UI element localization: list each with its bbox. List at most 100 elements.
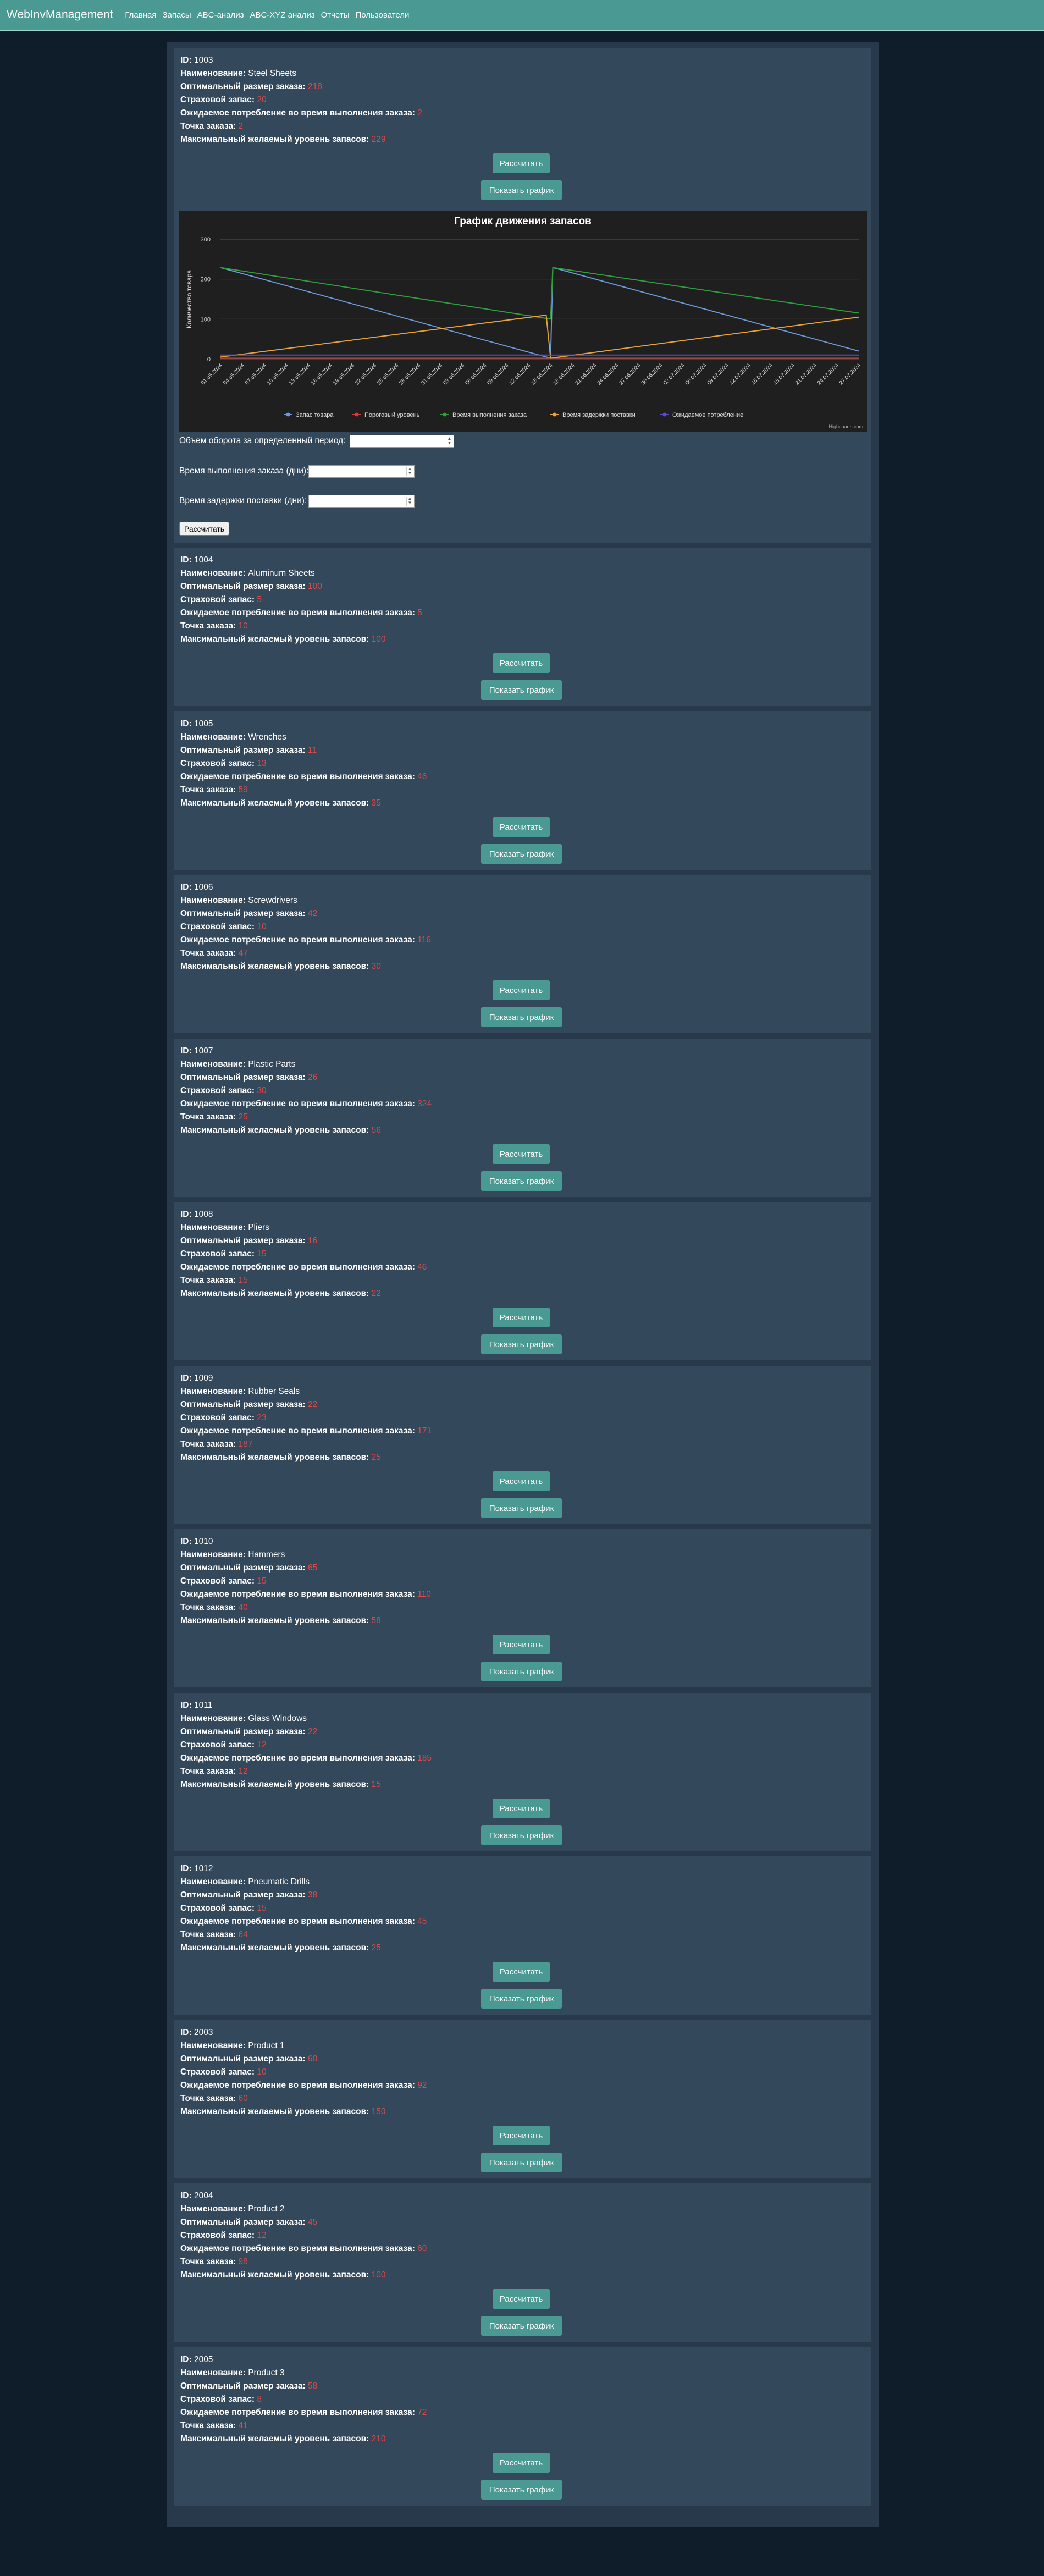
calculate-button[interactable]: Рассчитать xyxy=(493,1799,550,1818)
calculate-button[interactable]: Рассчитать xyxy=(493,980,550,1000)
x-tick-label: 06.07.2024 xyxy=(684,362,708,386)
item-id-row: ID: 1006 xyxy=(180,882,213,892)
item-name-row: Наименование: Product 1 xyxy=(180,2041,285,2050)
turnover-input[interactable]: ▲ ▼ xyxy=(350,435,454,448)
show-chart-button[interactable]: Показать график xyxy=(481,2153,562,2172)
lead-time-input[interactable]: ▲ ▼ xyxy=(308,465,415,478)
calculate-button[interactable]: Рассчитать xyxy=(493,1635,550,1654)
x-tick-label: 25.05.2024 xyxy=(376,362,400,386)
show-chart-button[interactable]: Показать график xyxy=(481,1825,562,1845)
expected-consumption-row: Ожидаемое потребление во время выполнени… xyxy=(180,2244,427,2253)
nav-link-abc-xyz[interactable]: ABC-XYZ анализ xyxy=(250,10,314,20)
legend-item: Пороговый уровень xyxy=(364,412,420,418)
form-submit-button[interactable]: Рассчитать xyxy=(179,522,229,536)
show-chart-button[interactable]: Показать график xyxy=(481,2480,562,2500)
nav-link-inventory[interactable]: Запасы xyxy=(162,10,191,20)
item-id-row: ID: 1012 xyxy=(180,1864,213,1873)
legend-item: Время задержки поставки xyxy=(562,412,636,418)
show-chart-button[interactable]: Показать график xyxy=(481,1989,562,2009)
reorder-point-row: Точка заказа: 187 xyxy=(180,1439,253,1449)
expected-consumption-row: Ожидаемое потребление во время выполнени… xyxy=(180,1262,427,1272)
calculate-button[interactable]: Рассчитать xyxy=(493,2126,550,2145)
calculate-button[interactable]: Рассчитать xyxy=(493,153,550,173)
show-chart-button[interactable]: Показать график xyxy=(481,1662,562,1681)
show-chart-button[interactable]: Показать график xyxy=(481,180,562,200)
show-chart-button[interactable]: Показать график xyxy=(481,680,562,700)
reorder-point-row: Точка заказа: 59 xyxy=(180,785,248,795)
show-chart-button[interactable]: Показать график xyxy=(481,1334,562,1354)
calculate-button[interactable]: Рассчитать xyxy=(493,1308,550,1327)
item-id-row: ID: 1004 xyxy=(180,555,213,565)
spinner-icon[interactable]: ▲ ▼ xyxy=(406,467,413,476)
x-tick-label: 10.05.2024 xyxy=(266,362,290,386)
spinner-icon[interactable]: ▲ ▼ xyxy=(406,497,413,506)
item-name-row: Наименование: Glass Windows xyxy=(180,1714,307,1723)
x-tick-label: 31.05.2024 xyxy=(420,362,444,386)
reorder-point-row: Точка заказа: 40 xyxy=(180,1603,248,1612)
show-chart-button[interactable]: Показать график xyxy=(481,1498,562,1518)
x-tick-label: 06.06.2024 xyxy=(464,362,488,386)
show-chart-button[interactable]: Показать график xyxy=(481,2316,562,2336)
max-stock-row: Максимальный желаемый уровень запасов: 1… xyxy=(180,2270,386,2280)
x-tick-label: 12.07.2024 xyxy=(728,362,752,386)
reorder-point-row: Точка заказа: 64 xyxy=(180,1930,248,1939)
item-id-row: ID: 1010 xyxy=(180,1537,213,1546)
legend-marker-dot xyxy=(286,412,290,417)
reorder-point-row: Точка заказа: 2 xyxy=(180,122,244,131)
calculate-button[interactable]: Рассчитать xyxy=(493,2453,550,2473)
safety-stock-row: Страховой запас: 20 xyxy=(180,95,267,104)
safety-stock-row: Страховой запас: 10 xyxy=(180,2067,267,2077)
safety-stock-row: Страховой запас: 30 xyxy=(180,1086,267,1095)
calculate-button[interactable]: Рассчитать xyxy=(493,653,550,673)
reorder-point-row: Точка заказа: 15 xyxy=(180,1276,248,1285)
series-line-3 xyxy=(220,314,859,359)
inventory-card: ID: 1007 Наименование: Plastic Parts Опт… xyxy=(174,1039,871,1197)
nav-link-abc[interactable]: ABC-анализ xyxy=(197,10,244,20)
x-tick-label: 16.05.2024 xyxy=(310,362,334,386)
calculate-button[interactable]: Рассчитать xyxy=(493,817,550,837)
expected-consumption-row: Ожидаемое потребление во время выполнени… xyxy=(180,772,427,781)
x-tick-label: 03.06.2024 xyxy=(442,362,466,386)
calculate-button[interactable]: Рассчитать xyxy=(493,1471,550,1491)
safety-stock-row: Страховой запас: 5 xyxy=(180,595,262,604)
spinner-icon[interactable]: ▲ ▼ xyxy=(446,437,452,446)
delay-input[interactable]: ▲ ▼ xyxy=(308,495,415,508)
item-name-row: Наименование: Product 2 xyxy=(180,2204,285,2214)
y-tick-label: 100 xyxy=(201,316,211,323)
optimal-order-row: Оптимальный размер заказа: 22 xyxy=(180,1400,318,1409)
y-tick-label: 300 xyxy=(201,236,211,243)
max-stock-row: Максимальный желаемый уровень запасов: 1… xyxy=(180,1780,381,1789)
nav-link-users[interactable]: Пользователи xyxy=(355,10,409,20)
optimal-order-row: Оптимальный размер заказа: 45 xyxy=(180,2218,318,2227)
show-chart-button[interactable]: Показать график xyxy=(481,1171,562,1191)
item-id-row: ID: 1011 xyxy=(180,1701,213,1710)
optimal-order-row: Оптимальный размер заказа: 22 xyxy=(180,1727,318,1736)
y-axis-label: Количество товара xyxy=(185,270,193,328)
item-id-row: ID: 1005 xyxy=(180,719,213,729)
item-name-row: Наименование: Pneumatic Drills xyxy=(180,1877,310,1887)
show-chart-button[interactable]: Показать график xyxy=(481,1007,562,1027)
x-tick-label: 27.06.2024 xyxy=(618,362,642,386)
brand-logo[interactable]: WebInvManagement xyxy=(7,8,113,21)
show-chart-button[interactable]: Показать график xyxy=(481,844,562,864)
nav-link-home[interactable]: Главная xyxy=(125,10,156,20)
chart-title: График движения запасов xyxy=(454,216,592,227)
calculate-button[interactable]: Рассчитать xyxy=(493,1144,550,1164)
reorder-point-row: Точка заказа: 12 xyxy=(180,1767,248,1776)
expected-consumption-row: Ожидаемое потребление во время выполнени… xyxy=(180,608,422,617)
item-id-row: ID: 1008 xyxy=(180,1210,213,1219)
x-tick-label: 07.05.2024 xyxy=(244,362,268,386)
x-tick-label: 27.07.2024 xyxy=(838,362,862,386)
safety-stock-row: Страховой запас: 10 xyxy=(180,922,267,931)
inventory-container: ID: 1003 Наименование: Steel Sheets Опти… xyxy=(167,42,879,2527)
item-name-row: Наименование: Hammers xyxy=(180,1550,285,1559)
safety-stock-row: Страховой запас: 8 xyxy=(180,2395,262,2404)
nav-link-reports[interactable]: Отчеты xyxy=(321,10,350,20)
x-tick-label: 22.05.2024 xyxy=(354,362,378,386)
optimal-order-row: Оптимальный размер заказа: 11 xyxy=(180,746,317,755)
x-tick-label: 12.06.2024 xyxy=(508,362,532,386)
safety-stock-row: Страховой запас: 15 xyxy=(180,1576,267,1586)
calculate-button[interactable]: Рассчитать xyxy=(493,2289,550,2309)
x-tick-label: 09.07.2024 xyxy=(706,362,730,386)
calculate-button[interactable]: Рассчитать xyxy=(493,1962,550,1982)
